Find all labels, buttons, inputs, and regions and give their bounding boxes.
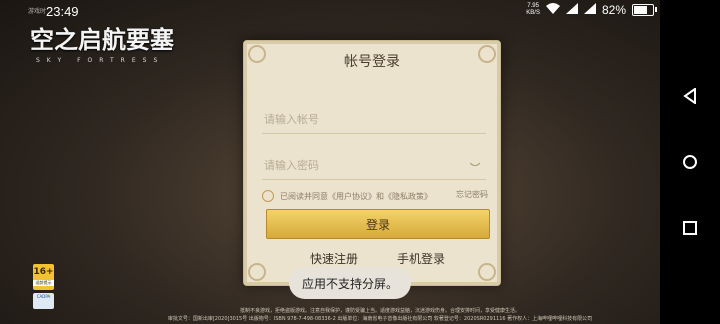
home-icon[interactable] [678, 150, 702, 174]
privacy-policy-link[interactable]: 《隐私政策》 [384, 191, 432, 202]
eye-hidden-icon[interactable] [469, 161, 481, 171]
status-indicators: 7.95 KB/S 82% [526, 3, 657, 17]
login-title: 帐号登录 [344, 54, 400, 70]
game-logo: 空之启航要塞 SKY FORTRESS [30, 20, 190, 76]
account-field[interactable]: 请输入帐号 [262, 103, 486, 134]
forgot-password-link[interactable]: 忘记密码 [456, 189, 488, 200]
clock: 23:49 [46, 4, 79, 19]
navigation-bar [660, 0, 720, 324]
logo-title: 空之启航要塞 [30, 25, 174, 54]
account-placeholder: 请输入帐号 [264, 113, 319, 126]
corner-ornament [248, 263, 266, 281]
battery-icon [632, 4, 657, 16]
signal-icon [565, 3, 578, 17]
battery-fill [634, 6, 648, 14]
footer-notice: 抵制不良游戏，拒绝盗版游戏。注意自我保护，谨防受骗上当。适度游戏益脑，沉迷游戏伤… [239, 308, 520, 314]
login-button[interactable]: 登录 [266, 209, 490, 239]
net-speed: 7.95 KB/S [526, 3, 540, 16]
password-field[interactable]: 请输入密码 [262, 149, 486, 180]
wifi-icon [545, 3, 560, 17]
split-screen-toast: 应用不支持分屏。 [289, 267, 411, 299]
phone-login-button[interactable]: 手机登录 [397, 250, 445, 267]
corner-ornament [478, 263, 496, 281]
status-notification-text: 游戏时 [28, 8, 47, 15]
recents-icon[interactable] [678, 216, 702, 240]
cadpa-logo: CADPA [33, 293, 54, 309]
footer-license: 审批文号：国新出审[2020]3015号 出版物号：ISBN 978-7-498… [167, 316, 593, 322]
signal-icon-2 [583, 3, 596, 17]
login-card: 帐号登录 请输入帐号 请输入密码 已阅读并同意 《用户协议》 和 《隐私政策》 … [243, 40, 501, 286]
age-rating-badge: 16+ 适龄提示 [33, 264, 54, 290]
battery-percent: 82% [601, 3, 626, 17]
agreement-checkbox[interactable] [262, 190, 274, 202]
password-placeholder: 请输入密码 [264, 159, 319, 172]
logo-subtitle: SKY FORTRESS [36, 57, 165, 64]
user-agreement-link[interactable]: 《用户协议》 [328, 191, 376, 202]
quick-register-button[interactable]: 快速注册 [310, 250, 358, 267]
back-icon[interactable] [678, 84, 702, 108]
